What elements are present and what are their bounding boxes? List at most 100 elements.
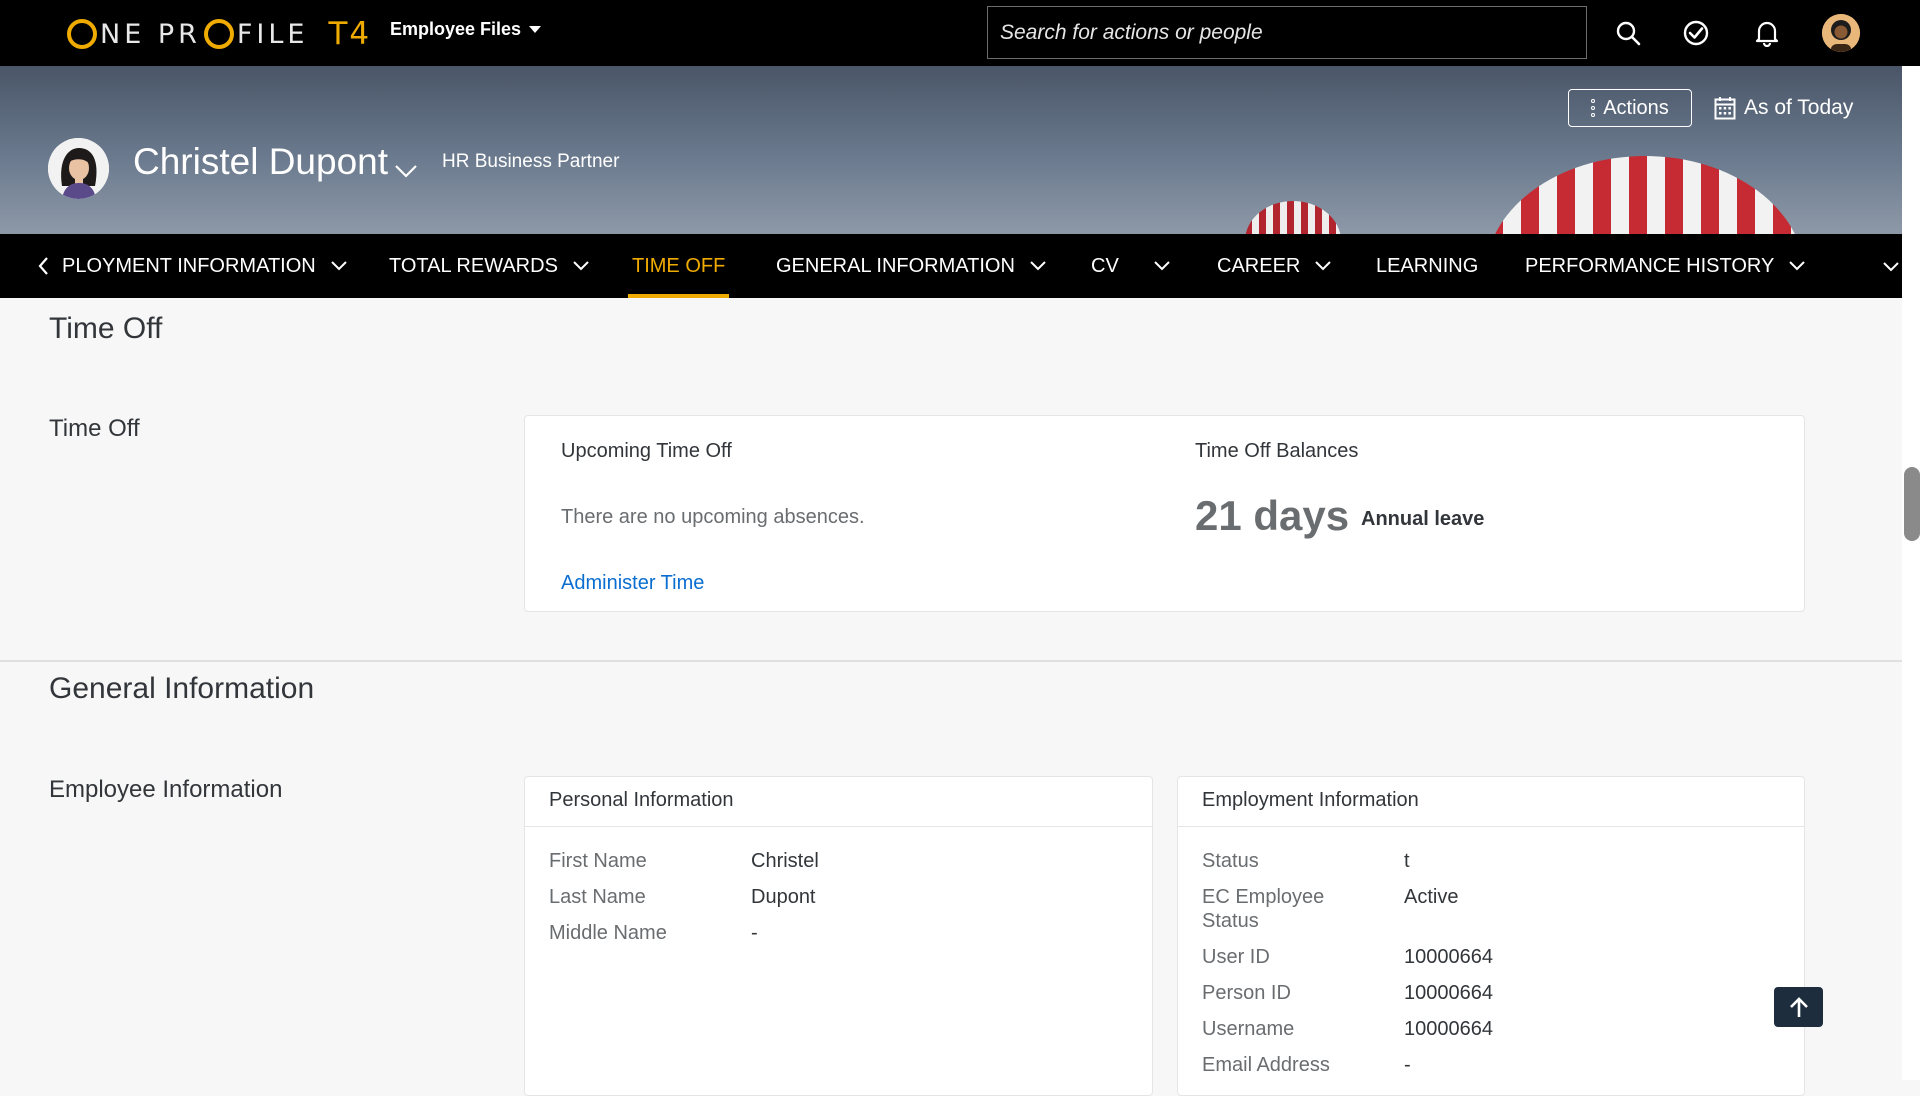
tab-time-off[interactable]: TIME OFF — [627, 234, 730, 298]
tab-label: PLOYMENT INFORMATION — [62, 254, 316, 277]
scroll-to-top-button[interactable] — [1774, 987, 1823, 1027]
section-tab-bar: PLOYMENT INFORMATION TOTAL REWARDS TIME … — [0, 234, 1902, 298]
more-tabs-chevron-icon[interactable] — [1882, 258, 1900, 276]
employee-files-label: Employee Files — [390, 19, 522, 39]
tab-label: TOTAL REWARDS — [389, 254, 558, 277]
tab-label: CAREER — [1217, 254, 1301, 277]
avatar-illustration — [1822, 14, 1860, 52]
chevron-down-icon — [1030, 261, 1046, 271]
page-scrollbar[interactable] — [1902, 66, 1920, 1080]
one-profile-logo[interactable]: NE PR FILE T4 — [64, 14, 371, 54]
field-label: Username — [1202, 1018, 1295, 1040]
chevron-down-icon[interactable] — [393, 158, 419, 184]
scroll-left-icon[interactable] — [36, 256, 52, 276]
no-absences-text: There are no upcoming absences. — [561, 506, 865, 528]
tab-employment-information[interactable]: PLOYMENT INFORMATION — [62, 234, 348, 298]
time-off-subsection-label: Time Off — [49, 415, 140, 442]
profile-illustration — [48, 138, 109, 199]
field-value: Christel — [751, 850, 819, 872]
section-divider — [0, 660, 1902, 662]
overflow-dots-icon — [1591, 99, 1596, 117]
chevron-down-icon — [331, 261, 347, 271]
time-off-section-title: Time Off — [49, 312, 163, 345]
personal-information-card: Personal Information First Name Christel… — [524, 776, 1153, 1096]
logo-suffix: T4 — [328, 16, 372, 52]
field-label: User ID — [1202, 946, 1270, 968]
field-value: Active — [1404, 886, 1459, 908]
balance-type: Annual leave — [1361, 508, 1485, 530]
info-row: Last Name Dupont — [549, 885, 816, 909]
employment-information-title: Employment Information — [1202, 789, 1419, 811]
profile-photo[interactable] — [48, 138, 109, 199]
field-label: Status — [1202, 850, 1259, 872]
bell-icon[interactable] — [1753, 19, 1781, 47]
field-value: - — [1404, 1054, 1411, 1076]
field-value: 10000664 — [1404, 1018, 1493, 1040]
logo-text-b: FILE — [236, 18, 309, 50]
field-label: Email Address — [1202, 1054, 1330, 1076]
employee-files-menu[interactable]: Employee Files — [390, 19, 542, 40]
employee-name[interactable]: Christel Dupont — [133, 141, 388, 183]
field-value: t — [1404, 850, 1410, 872]
as-of-today-picker[interactable]: As of Today — [1714, 96, 1853, 120]
card-header: Personal Information — [525, 777, 1152, 827]
field-label: Person ID — [1202, 982, 1291, 1004]
profile-header: Christel Dupont HR Business Partner Acti… — [0, 66, 1902, 234]
personal-information-title: Personal Information — [549, 789, 734, 811]
field-label: First Name — [549, 850, 647, 872]
field-label: Middle Name — [549, 922, 667, 944]
field-value: - — [751, 922, 758, 944]
approve-check-icon[interactable] — [1682, 19, 1710, 47]
user-avatar[interactable] — [1822, 14, 1860, 52]
calendar-icon — [1714, 97, 1736, 120]
card-header: Employment Information — [1178, 777, 1804, 827]
search-icon[interactable] — [1614, 19, 1642, 47]
time-off-card: Upcoming Time Off There are no upcoming … — [524, 415, 1805, 612]
tab-label: PERFORMANCE HISTORY — [1525, 254, 1775, 277]
time-off-balances-title: Time Off Balances — [1195, 440, 1359, 462]
tab-label: TIME OFF — [632, 254, 726, 277]
scrollbar-thumb[interactable] — [1904, 467, 1920, 541]
info-row: Username 10000664 — [1202, 1017, 1493, 1041]
tab-cv[interactable]: CV — [1091, 234, 1171, 298]
balloon-image-large — [1485, 156, 1805, 234]
shell-bar: NE PR FILE T4 Employee Files — [0, 0, 1920, 66]
actions-button[interactable]: Actions — [1568, 89, 1692, 127]
caret-down-icon — [529, 26, 542, 33]
tab-total-rewards[interactable]: TOTAL REWARDS — [389, 234, 590, 298]
balance-value[interactable]: 21 days — [1195, 492, 1349, 540]
field-value: 10000664 — [1404, 946, 1493, 968]
arrow-up-icon — [1789, 997, 1808, 1017]
tab-label: LEARNING — [1376, 254, 1479, 277]
administer-time-link[interactable]: Administer Time — [561, 572, 704, 595]
employment-information-card: Employment Information Status t EC Emplo… — [1177, 776, 1805, 1096]
field-label: Last Name — [549, 886, 646, 908]
balloon-image-small — [1245, 201, 1341, 234]
tab-learning[interactable]: LEARNING — [1376, 234, 1478, 298]
chevron-down-icon — [1315, 261, 1332, 271]
info-row: User ID 10000664 — [1202, 945, 1493, 969]
tab-general-information[interactable]: GENERAL INFORMATION — [776, 234, 1047, 298]
info-row: Status t — [1202, 849, 1410, 873]
upcoming-time-off-title: Upcoming Time Off — [561, 440, 732, 462]
field-value: Dupont — [751, 886, 816, 908]
info-row: First Name Christel — [549, 849, 819, 873]
info-row: Email Address - — [1202, 1053, 1411, 1077]
field-value: 10000664 — [1404, 982, 1493, 1004]
actions-label: Actions — [1603, 96, 1669, 119]
chevron-down-icon — [1154, 261, 1170, 271]
tab-career[interactable]: CAREER — [1217, 234, 1332, 298]
general-information-section-title: General Information — [49, 672, 315, 705]
employee-role: HR Business Partner — [442, 151, 620, 172]
logo-ring — [67, 19, 97, 49]
tab-label: GENERAL INFORMATION — [776, 254, 1015, 277]
logo-text-a: NE PR — [100, 18, 201, 50]
global-search-input[interactable] — [987, 6, 1587, 59]
as-of-today-label: As of Today — [1744, 96, 1854, 119]
tab-performance-history[interactable]: PERFORMANCE HISTORY — [1525, 234, 1806, 298]
tab-label: CV — [1091, 254, 1119, 277]
chevron-down-icon — [1789, 261, 1806, 271]
info-row: EC Employee Status Active — [1202, 885, 1458, 933]
logo-ring — [203, 19, 234, 49]
employee-information-label: Employee Information — [49, 776, 283, 803]
